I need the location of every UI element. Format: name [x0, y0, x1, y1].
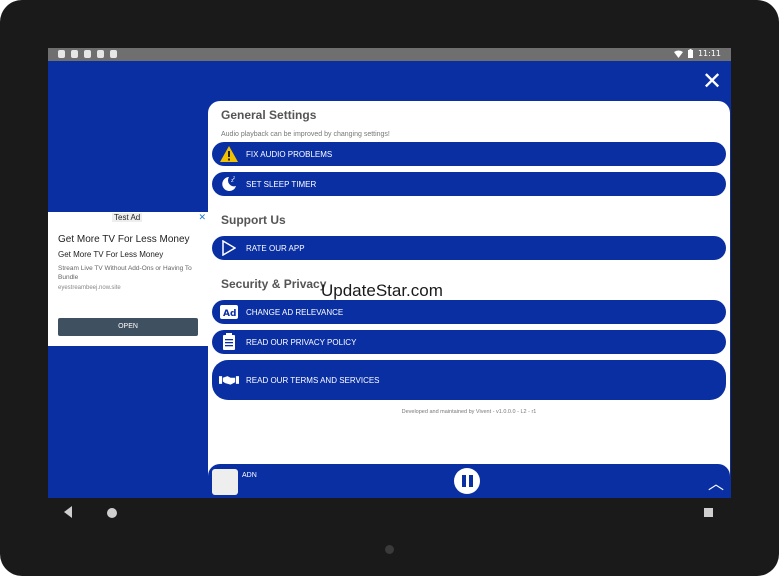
play-store-icon: [219, 238, 239, 258]
section-title-security: Security & Privacy: [221, 277, 327, 291]
ad-relevance-button[interactable]: Ad CHANGE AD RELEVANCE: [212, 300, 726, 324]
mini-player[interactable]: ADN ︿: [208, 464, 730, 498]
station-name: ADN: [242, 472, 257, 479]
ad-url: eyestreambeej.now.site: [58, 285, 121, 291]
section-title-support: Support Us: [221, 213, 286, 227]
home-icon[interactable]: [107, 508, 117, 518]
app-screen: 11:11 ✕ Test Ad ✕ Get More TV For Less M…: [48, 48, 731, 498]
sleep-timer-label: SET SLEEP TIMER: [246, 179, 317, 189]
sleep-timer-button[interactable]: zz SET SLEEP TIMER: [212, 172, 726, 196]
moon-sleep-icon: zz: [219, 174, 239, 194]
pause-icon: [461, 475, 466, 487]
clock: 11:11: [697, 49, 721, 58]
back-icon[interactable]: [64, 506, 72, 518]
section-title-general: General Settings: [221, 108, 317, 122]
battery-icon: [687, 49, 693, 58]
station-logo: [212, 469, 238, 495]
version-note: Developed and maintained by Vivent - v1.…: [401, 409, 537, 415]
chevron-up-icon[interactable]: ︿: [708, 470, 724, 494]
camera-icon: [385, 545, 394, 554]
pause-button[interactable]: [454, 468, 480, 494]
notification-icons: [58, 50, 117, 58]
rate-app-button[interactable]: RATE OUR APP: [212, 236, 726, 260]
system-icons: 11:11: [673, 49, 721, 58]
recents-icon[interactable]: [704, 508, 713, 517]
status-bar: 11:11: [48, 48, 731, 61]
rate-app-label: RATE OUR APP: [246, 243, 305, 253]
terms-button[interactable]: READ OUR TERMS AND SERVICES: [212, 360, 726, 400]
privacy-policy-button[interactable]: READ OUR PRIVACY POLICY: [212, 330, 726, 354]
terms-label: READ OUR TERMS AND SERVICES: [246, 375, 380, 385]
notification-icon: [58, 50, 65, 58]
section-hint: Audio playback can be improved by changi…: [221, 131, 390, 138]
wifi-icon: [673, 50, 683, 58]
privacy-policy-label: READ OUR PRIVACY POLICY: [246, 337, 357, 347]
notification-icon: [110, 50, 117, 58]
close-button[interactable]: ✕: [699, 68, 725, 94]
ad-icon-text: Ad: [223, 309, 236, 319]
ad-banner[interactable]: Test Ad ✕ Get More TV For Less Money Get…: [48, 212, 208, 346]
ad-icon: Ad: [219, 302, 239, 322]
android-nav-bar: [48, 498, 731, 528]
ad-close-icon[interactable]: ✕: [198, 212, 206, 223]
tablet-frame: 11:11 ✕ Test Ad ✕ Get More TV For Less M…: [0, 0, 779, 576]
fix-audio-label: FIX AUDIO PROBLEMS: [246, 149, 333, 159]
watermark: UpdateStar.com: [321, 281, 443, 300]
clipboard-icon: [219, 332, 239, 352]
svg-text:z: z: [233, 175, 235, 180]
handshake-icon: [219, 370, 239, 390]
fix-audio-button[interactable]: FIX AUDIO PROBLEMS: [212, 142, 726, 166]
warning-icon: [219, 144, 239, 164]
ad-title[interactable]: Get More TV For Less Money: [58, 234, 190, 245]
ad-relevance-label: CHANGE AD RELEVANCE: [246, 307, 344, 317]
notification-icon: [84, 50, 91, 58]
pause-icon: [468, 475, 473, 487]
notification-icon: [71, 50, 78, 58]
notification-icon: [97, 50, 104, 58]
settings-panel: General Settings Audio playback can be i…: [208, 101, 730, 498]
ad-open-button[interactable]: OPEN: [58, 318, 198, 336]
ad-tag: Test Ad: [112, 213, 143, 222]
ad-description: Stream Live TV Without Add-Ons or Having…: [58, 265, 192, 281]
ad-subtitle: Get More TV For Less Money: [58, 250, 164, 259]
